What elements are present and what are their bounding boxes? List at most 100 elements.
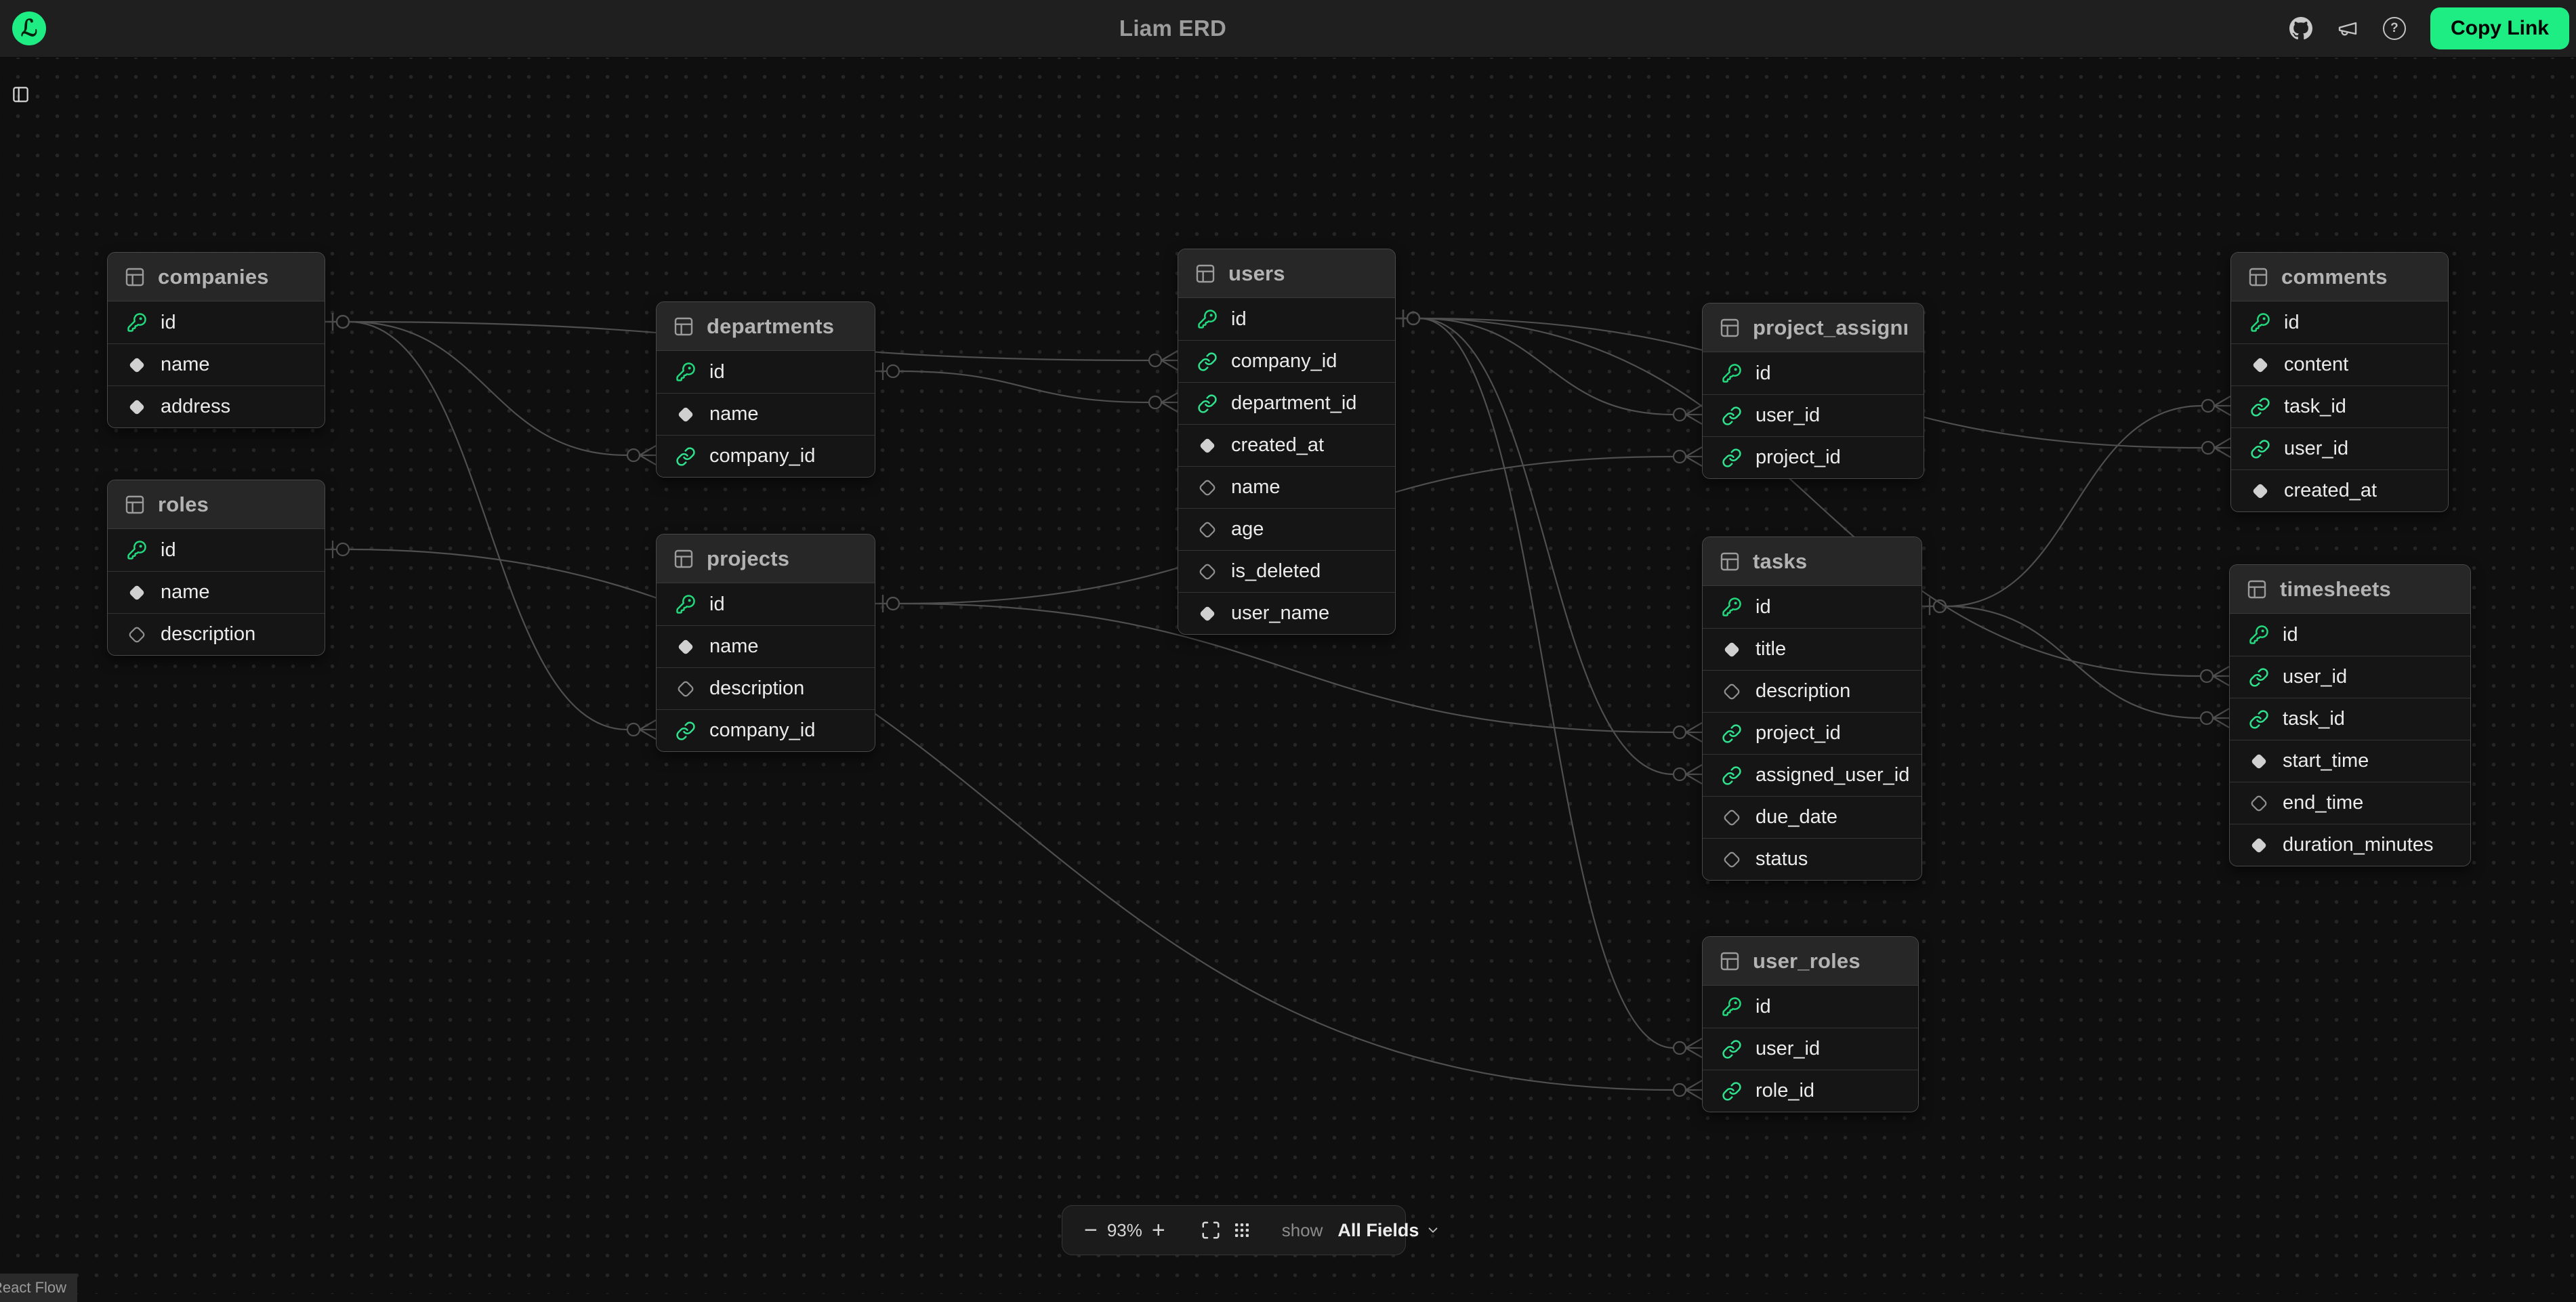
table-header-departments[interactable]: departments [657, 302, 875, 351]
field-project_assignments-id[interactable]: id [1703, 352, 1924, 394]
field-users-id[interactable]: id [1178, 298, 1395, 340]
fit-view-button[interactable] [1195, 1220, 1226, 1240]
field-users-company_id[interactable]: company_id [1178, 340, 1395, 382]
field-companies-address[interactable]: address [108, 385, 325, 427]
field-timesheets-id[interactable]: id [2230, 614, 2470, 656]
table-departments[interactable]: departmentsidnamecompany_id [656, 301, 875, 478]
field-tasks-due_date[interactable]: due_date [1703, 796, 1921, 838]
table-roles[interactable]: rolesidnamedescription [107, 480, 325, 656]
field-project_assignments-project_id[interactable]: project_id [1703, 436, 1924, 478]
field-users-user_name[interactable]: user_name [1178, 592, 1395, 634]
table-timesheets[interactable]: timesheetsiduser_idtask_idstart_time end_… [2229, 564, 2471, 866]
field-user_roles-id[interactable]: id [1703, 986, 1918, 1028]
tidy-up-button[interactable] [1226, 1220, 1258, 1240]
table-icon [124, 266, 146, 288]
field-comments-task_id[interactable]: task_id [2231, 385, 2448, 427]
field-tasks-title[interactable]: title [1703, 628, 1921, 670]
field-tasks-description[interactable]: description [1703, 670, 1921, 712]
field-timesheets-duration_minutes[interactable]: duration_minutes [2230, 824, 2470, 866]
field-companies-name[interactable]: name [108, 343, 325, 385]
zoom-in-button[interactable]: + [1146, 1219, 1171, 1242]
field-name: name [1231, 476, 1281, 499]
field-comments-id[interactable]: id [2231, 301, 2448, 343]
field-timesheets-task_id[interactable]: task_id [2230, 698, 2470, 740]
copy-link-button[interactable]: Copy Link [2430, 7, 2569, 49]
field-user_roles-user_id[interactable]: user_id [1703, 1028, 1918, 1070]
table-icon [673, 548, 694, 570]
field-roles-name[interactable]: name [108, 571, 325, 613]
field-users-department_id[interactable]: department_id [1178, 382, 1395, 424]
key-icon [676, 362, 696, 382]
announcements-button[interactable] [2337, 18, 2359, 39]
field-name: task_id [2284, 396, 2346, 418]
table-header-user_roles[interactable]: user_roles [1703, 937, 1918, 986]
field-roles-description[interactable]: description [108, 613, 325, 655]
field-users-is_deleted[interactable]: is_deleted [1178, 550, 1395, 592]
field-name: end_time [2283, 792, 2363, 814]
page-title: Liam ERD [1119, 16, 1226, 41]
field-name: status [1756, 848, 1808, 870]
logo-glyph: ℒ [21, 15, 38, 42]
erd-canvas[interactable]: companiesidnameaddressrolesidnamedescrip… [0, 0, 2576, 1294]
not-null-diamond-icon [127, 583, 147, 603]
github-button[interactable] [2289, 17, 2312, 40]
field-departments-id[interactable]: id [657, 351, 875, 393]
field-projects-company_id[interactable]: company_id [657, 709, 875, 751]
field-name: project_id [1756, 722, 1841, 744]
field-project_assignments-user_id[interactable]: user_id [1703, 394, 1924, 436]
link-icon [1722, 765, 1742, 786]
table-icon [1194, 263, 1216, 285]
table-title: users [1228, 261, 1285, 286]
table-header-roles[interactable]: roles [108, 480, 325, 529]
panel-left-toggle[interactable] [12, 85, 30, 107]
react-flow-attribution[interactable]: React Flow [0, 1274, 77, 1302]
table-companies[interactable]: companiesidnameaddress [107, 252, 325, 428]
canvas-toolbar: − 93% + show All Fields [1062, 1205, 1406, 1255]
field-users-name[interactable]: name [1178, 466, 1395, 508]
field-projects-description[interactable]: description [657, 667, 875, 709]
not-null-diamond-icon [1722, 639, 1742, 660]
field-timesheets-end_time[interactable]: end_time [2230, 782, 2470, 824]
not-null-diamond-icon [127, 397, 147, 417]
table-header-tasks[interactable]: tasks [1703, 537, 1921, 586]
table-projects[interactable]: projectsidnamedescriptioncompany_id [656, 534, 875, 752]
field-departments-name[interactable]: name [657, 393, 875, 435]
table-header-project_assignments[interactable]: project_assignme... [1703, 303, 1924, 352]
table-icon [124, 494, 146, 516]
field-users-age[interactable]: age [1178, 508, 1395, 550]
zoom-out-button[interactable]: − [1079, 1219, 1103, 1242]
field-comments-user_id[interactable]: user_id [2231, 427, 2448, 469]
field-timesheets-start_time[interactable]: start_time [2230, 740, 2470, 782]
field-companies-id[interactable]: id [108, 301, 325, 343]
field-comments-created_at[interactable]: created_at [2231, 469, 2448, 511]
table-icon [1719, 950, 1741, 972]
fields-filter-dropdown[interactable]: All Fields [1333, 1219, 1445, 1242]
field-tasks-assigned_user_id[interactable]: assigned_user_id [1703, 754, 1921, 796]
field-timesheets-user_id[interactable]: user_id [2230, 656, 2470, 698]
table-user_roles[interactable]: user_rolesiduser_idrole_id [1702, 936, 1919, 1112]
field-comments-content[interactable]: content [2231, 343, 2448, 385]
liam-logo[interactable]: ℒ [12, 12, 46, 45]
field-projects-id[interactable]: id [657, 583, 875, 625]
help-button[interactable]: ? [2383, 17, 2406, 40]
field-tasks-project_id[interactable]: project_id [1703, 712, 1921, 754]
field-tasks-id[interactable]: id [1703, 586, 1921, 628]
table-header-users[interactable]: users [1178, 249, 1395, 298]
table-users[interactable]: users id company_iddepartment_idcreated_at… [1178, 249, 1396, 635]
field-departments-company_id[interactable]: company_id [657, 435, 875, 477]
table-header-projects[interactable]: projects [657, 534, 875, 583]
table-header-timesheets[interactable]: timesheets [2230, 565, 2470, 614]
table-header-companies[interactable]: companies [108, 253, 325, 301]
field-user_roles-role_id[interactable]: role_id [1703, 1070, 1918, 1112]
not-null-diamond-icon [2249, 835, 2269, 856]
field-tasks-status[interactable]: status [1703, 838, 1921, 880]
field-roles-id[interactable]: id [108, 529, 325, 571]
table-header-comments[interactable]: comments [2231, 253, 2448, 301]
table-comments[interactable]: commentsidcontent task_id user_idcreated_a… [2230, 252, 2449, 512]
field-users-created_at[interactable]: created_at [1178, 424, 1395, 466]
table-tasks[interactable]: tasksidtitledescription project_idassigne… [1702, 537, 1922, 881]
link-icon [2250, 439, 2270, 459]
field-projects-name[interactable]: name [657, 625, 875, 667]
field-name: id [1231, 308, 1247, 331]
table-project_assignments[interactable]: project_assignme...iduser_idproject_id [1702, 303, 1924, 479]
